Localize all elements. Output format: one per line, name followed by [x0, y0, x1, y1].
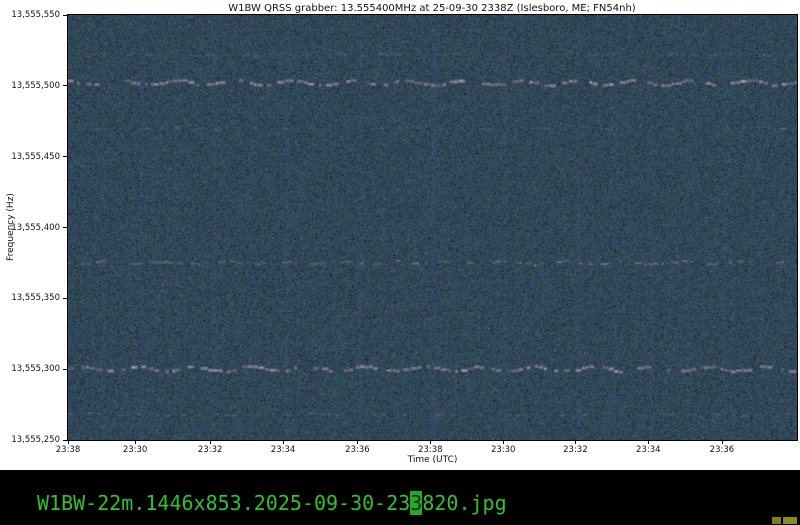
y-tick-mark	[63, 369, 67, 370]
x-tick-mark	[503, 440, 504, 444]
status-bar: W1BW-22m.1446x853.2025-09-30-233820.jpg	[0, 470, 800, 525]
x-tick-label: 23:32	[557, 445, 593, 455]
x-tick-label: 23:38	[412, 445, 448, 455]
y-tick-mark	[63, 15, 67, 16]
y-tick-mark	[63, 156, 67, 157]
corner-block-icon	[772, 517, 781, 524]
filename-text: W1BW-22m.1446x853.2025-09-30-233820.jpg	[37, 491, 507, 515]
x-tick-label: 23:36	[339, 445, 375, 455]
y-tick-label: 13,555,500	[2, 81, 60, 91]
y-axis-ticks: 13,555,55013,555,50013,555,45013,555,400…	[0, 15, 67, 440]
y-tick-mark	[63, 227, 67, 228]
spectrogram-canvas	[68, 15, 797, 440]
y-tick-mark	[63, 85, 67, 86]
terminal-cursor: 3	[410, 491, 422, 515]
corner-block-icon	[783, 517, 797, 524]
x-tick-mark	[430, 440, 431, 444]
x-tick-label: 23:34	[630, 445, 666, 455]
qrss-grabber-screenshot: W1BW QRSS grabber: 13.555400MHz at 25-09…	[0, 0, 800, 525]
y-tick-label: 13,555,400	[2, 223, 60, 233]
corner-cursor-blocks	[772, 517, 797, 524]
y-tick-mark	[63, 298, 67, 299]
y-tick-label: 13,555,300	[2, 364, 60, 374]
chart-title: W1BW QRSS grabber: 13.555400MHz at 25-09…	[0, 3, 800, 14]
x-tick-mark	[575, 440, 576, 444]
x-tick-label: 23:30	[117, 445, 153, 455]
y-tick-label: 13,555,450	[2, 152, 60, 162]
x-tick-mark	[648, 440, 649, 444]
x-tick-mark	[722, 440, 723, 444]
x-tick-mark	[210, 440, 211, 444]
x-tick-mark	[68, 440, 69, 444]
filename-suffix: 820.jpg	[422, 491, 506, 515]
y-tick-label: 13,555,550	[2, 10, 60, 20]
y-tick-label: 13,555,350	[2, 293, 60, 303]
x-axis-label: Time (UTC)	[68, 455, 797, 465]
x-tick-label: 23:34	[265, 445, 301, 455]
x-tick-mark	[357, 440, 358, 444]
y-tick-mark	[63, 440, 67, 441]
spectrogram-plot-area	[67, 14, 798, 441]
filename-prefix: W1BW-22m.1446x853.2025-09-30-23	[37, 491, 410, 515]
x-tick-mark	[135, 440, 136, 444]
x-tick-mark	[283, 440, 284, 444]
x-tick-label: 23:32	[192, 445, 228, 455]
x-tick-label: 23:36	[704, 445, 740, 455]
x-tick-label: 23:38	[50, 445, 86, 455]
y-tick-label: 13,555,250	[2, 435, 60, 445]
x-tick-label: 23:30	[485, 445, 521, 455]
